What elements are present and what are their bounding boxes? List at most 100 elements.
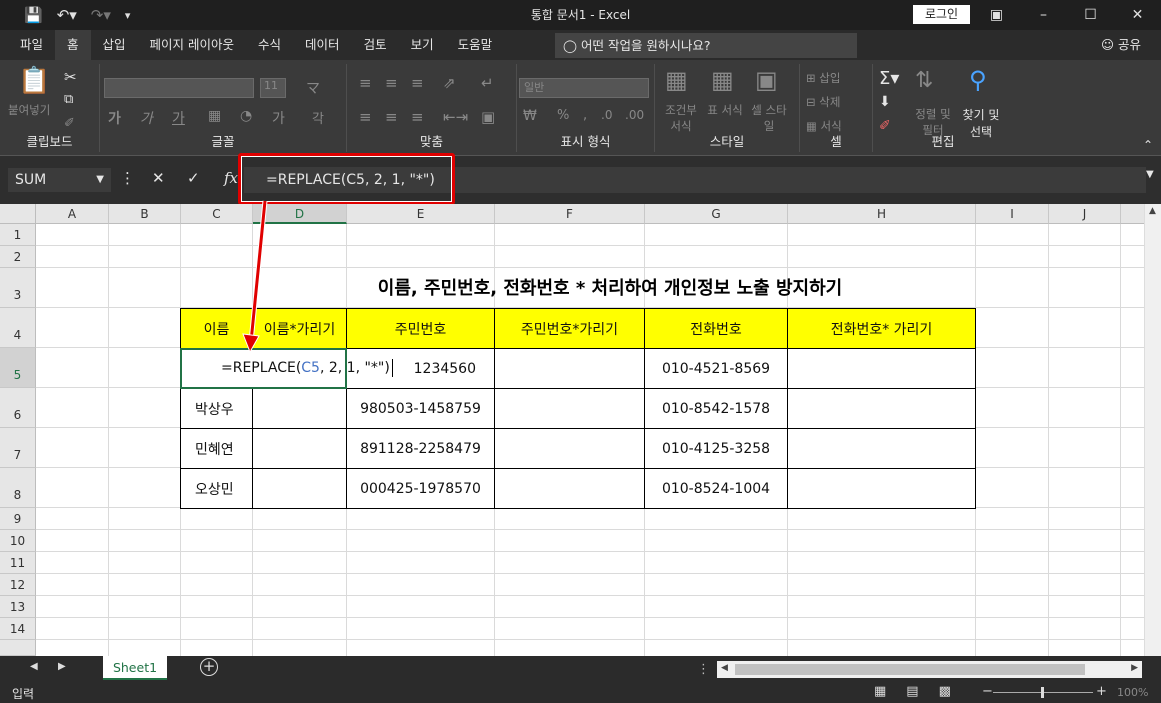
row-header-14[interactable]: 14 [0, 618, 36, 640]
row-header-5[interactable]: 5 [0, 348, 36, 388]
tab-page-layout[interactable]: 페이지 레이아웃 [138, 30, 246, 60]
row-header-8[interactable]: 8 [0, 468, 36, 508]
sheet-tab-sheet1[interactable]: Sheet1 [103, 656, 167, 680]
chevron-down-icon[interactable]: ▼ [96, 168, 104, 192]
col-header-G[interactable]: G [645, 204, 788, 224]
minimize-icon[interactable]: – [1020, 0, 1067, 30]
share-button[interactable]: ☺ 공유 [1101, 30, 1141, 60]
autosum-icon[interactable]: Σ▾ [879, 68, 899, 89]
row-header-12[interactable]: 12 [0, 574, 36, 596]
next-sheet-icon[interactable]: ▶ [58, 661, 66, 672]
maximize-icon[interactable]: ☐ [1067, 0, 1114, 30]
format-table-icon[interactable]: ▦ [711, 66, 734, 94]
increase-decimal-icon[interactable]: .0 [601, 108, 612, 122]
table-cell[interactable]: 민혜연 [180, 428, 253, 469]
align-middle-icon[interactable]: ≡ [385, 74, 398, 92]
normal-view-icon[interactable]: ▦ [874, 684, 886, 699]
header-cell-phone[interactable]: 전화번호 [644, 308, 788, 349]
align-top-icon[interactable]: ≡ [359, 74, 372, 92]
fill-icon[interactable]: ⬇ [879, 94, 891, 110]
number-format-select[interactable]: 일반 [519, 78, 649, 98]
table-cell[interactable] [494, 348, 645, 389]
table-cell[interactable] [252, 428, 347, 469]
cancel-icon[interactable]: ✕ [152, 169, 165, 187]
tab-home[interactable]: 홈 [55, 30, 91, 60]
table-cell[interactable]: 오상민 [180, 468, 253, 509]
login-button[interactable]: 로그인 [913, 5, 970, 24]
table-cell[interactable]: 010-4521-8569 [644, 348, 788, 389]
header-cell-name[interactable]: 이름 [180, 308, 253, 349]
copy-icon[interactable]: ⧉ [64, 92, 73, 107]
row-header-1[interactable]: 1 [0, 224, 36, 246]
zoom-slider-knob[interactable] [1041, 687, 1044, 698]
fill-color-icon[interactable]: ◔ [240, 108, 252, 124]
italic-button[interactable]: 가 [140, 108, 153, 128]
row-header-11[interactable]: 11 [0, 552, 36, 574]
scroll-left-icon[interactable]: ◀ [721, 663, 728, 673]
header-cell-masked-rrn[interactable]: 주민번호*가리기 [494, 308, 645, 349]
row-header-6[interactable]: 6 [0, 388, 36, 428]
row-header-3[interactable]: 3 [0, 268, 36, 308]
delete-cells-button[interactable]: ⊟ 삭제 [806, 94, 840, 110]
table-cell[interactable]: 010-4125-3258 [644, 428, 788, 469]
tab-help[interactable]: 도움말 [446, 30, 505, 60]
expand-formula-icon[interactable]: ▼ [1146, 169, 1154, 180]
insert-function-icon[interactable]: fx [224, 169, 238, 187]
split-handle-icon[interactable]: ⋮ [697, 662, 710, 677]
save-icon[interactable]: 💾 [24, 6, 43, 24]
row-header-10[interactable]: 10 [0, 530, 36, 552]
table-cell[interactable] [494, 428, 645, 469]
orientation-icon[interactable]: ⇗ [443, 74, 456, 92]
table-cell[interactable] [787, 468, 976, 509]
table-cell[interactable] [252, 468, 347, 509]
border-icon[interactable]: ▦ [208, 108, 221, 124]
cut-icon[interactable]: ✂ [64, 68, 77, 86]
currency-icon[interactable]: ₩ [523, 108, 537, 124]
col-header-J[interactable]: J [1049, 204, 1121, 224]
decrease-decimal-icon[interactable]: .00 [625, 108, 644, 122]
tab-insert[interactable]: 삽입 [91, 30, 138, 60]
scroll-up-icon[interactable]: ▲ [1149, 206, 1156, 216]
header-cell-rrn[interactable]: 주민번호 [346, 308, 495, 349]
tab-formulas[interactable]: 수식 [246, 30, 293, 60]
row-header-4[interactable]: 4 [0, 308, 36, 348]
page-layout-view-icon[interactable]: ▤ [906, 684, 918, 699]
wrap-text-icon[interactable]: ↵ [481, 74, 494, 92]
col-header-F[interactable]: F [495, 204, 645, 224]
font-size-select[interactable]: 11 [260, 78, 286, 98]
name-box[interactable]: SUM ▼ [8, 168, 111, 192]
bold-button[interactable]: 가 [108, 108, 121, 128]
horizontal-scrollbar[interactable]: ◀ ▶ [717, 661, 1142, 678]
table-cell[interactable] [787, 428, 976, 469]
zoom-out-icon[interactable]: − [982, 684, 993, 699]
comma-icon[interactable]: , [583, 108, 587, 123]
zoom-in-icon[interactable]: + [1096, 684, 1107, 699]
table-cell[interactable] [252, 388, 347, 429]
table-cell[interactable] [494, 468, 645, 509]
table-cell[interactable]: 000425-1978570 [346, 468, 495, 509]
align-right-icon[interactable]: ≡ [411, 108, 424, 126]
table-cell[interactable] [787, 388, 976, 429]
percent-icon[interactable]: % [557, 108, 569, 123]
font-color-button[interactable]: 가 [272, 108, 285, 128]
tab-data[interactable]: 데이터 [293, 30, 352, 60]
col-header-C[interactable]: C [181, 204, 253, 224]
conditional-format-icon[interactable]: ▦ [665, 66, 688, 94]
grow-font-icon[interactable]: マ [306, 78, 320, 98]
col-header-B[interactable]: B [109, 204, 181, 224]
phonetic-icon[interactable]: 각 [312, 108, 324, 127]
header-cell-masked-name[interactable]: 이름*가리기 [252, 308, 347, 349]
close-icon[interactable]: ✕ [1114, 0, 1161, 30]
align-left-icon[interactable]: ≡ [359, 108, 372, 126]
row-header-7[interactable]: 7 [0, 428, 36, 468]
enter-icon[interactable]: ✓ [187, 169, 200, 187]
table-cell[interactable]: 박상우 [180, 388, 253, 429]
table-cell[interactable] [494, 388, 645, 429]
col-header-H[interactable]: H [788, 204, 976, 224]
cell-styles-icon[interactable]: ▣ [755, 66, 778, 94]
ribbon-display-icon[interactable]: ▣ [973, 0, 1020, 30]
table-cell[interactable] [787, 348, 976, 389]
tell-me-box[interactable]: ◯ 어떤 작업을 원하시나요? [555, 33, 857, 58]
table-cell[interactable]: 891128-2258479 [346, 428, 495, 469]
select-all-corner[interactable] [0, 204, 36, 224]
